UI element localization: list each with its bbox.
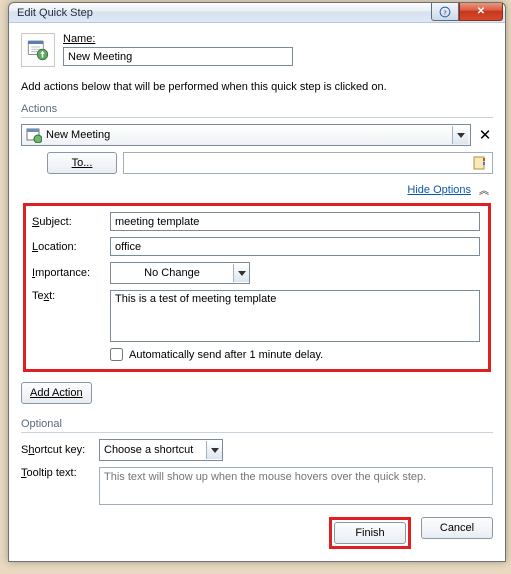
- shortcut-combo[interactable]: Choose a shortcut: [99, 439, 223, 461]
- chevron-down-icon[interactable]: [206, 441, 222, 459]
- remove-action-button[interactable]: ✕: [477, 126, 493, 144]
- chevron-up-icon: ︽: [479, 182, 489, 197]
- divider: [21, 432, 493, 433]
- instruction-text: Add actions below that will be performed…: [21, 81, 493, 93]
- finish-highlight: Finish: [329, 517, 411, 549]
- tooltip-input[interactable]: [99, 467, 493, 505]
- shortcut-label: Shortcut key:: [21, 444, 93, 456]
- edit-quick-step-dialog: Edit Quick Step ? ✕: [8, 2, 506, 562]
- importance-label: Importance:: [32, 267, 104, 279]
- to-button[interactable]: To...: [47, 152, 117, 174]
- importance-combo[interactable]: No Change: [110, 262, 250, 284]
- help-button[interactable]: ?: [431, 3, 459, 21]
- optional-section-label: Optional: [21, 418, 493, 430]
- actions-section-label: Actions: [21, 103, 493, 115]
- address-book-icon[interactable]: [472, 155, 488, 171]
- name-label: Name:: [63, 33, 493, 45]
- action-type-value: New Meeting: [46, 129, 448, 141]
- hide-options-link[interactable]: Hide Options: [407, 184, 471, 196]
- cancel-button[interactable]: Cancel: [421, 517, 493, 539]
- add-action-button[interactable]: Add Action: [21, 382, 92, 404]
- action-type-combo[interactable]: New Meeting: [21, 124, 471, 146]
- close-icon: ✕: [477, 6, 485, 17]
- subject-label: Subject:: [32, 216, 104, 228]
- close-button[interactable]: ✕: [459, 3, 503, 21]
- location-input[interactable]: [110, 237, 480, 256]
- titlebar[interactable]: Edit Quick Step ? ✕: [9, 3, 505, 23]
- divider: [21, 117, 493, 118]
- to-field[interactable]: [123, 152, 493, 174]
- text-input[interactable]: [110, 290, 480, 342]
- location-label: Location:: [32, 241, 104, 253]
- tooltip-label: Tooltip text:: [21, 467, 93, 479]
- auto-send-label: Automatically send after 1 minute delay.: [129, 349, 323, 361]
- options-highlight-box: Subject: Location: Importance: No Change…: [23, 203, 491, 372]
- importance-value: No Change: [111, 267, 233, 279]
- auto-send-checkbox[interactable]: [110, 348, 123, 361]
- chevron-down-icon[interactable]: [452, 126, 468, 144]
- shortcut-value: Choose a shortcut: [100, 444, 206, 456]
- window-title: Edit Quick Step: [17, 7, 93, 19]
- quickstep-icon: [21, 33, 55, 67]
- calendar-icon: [26, 127, 42, 143]
- text-label: Text:: [32, 290, 104, 302]
- subject-input[interactable]: [110, 212, 480, 231]
- finish-button[interactable]: Finish: [334, 522, 406, 544]
- svg-text:?: ?: [443, 9, 446, 16]
- chevron-down-icon[interactable]: [233, 264, 249, 282]
- help-icon: ?: [439, 6, 451, 18]
- name-input[interactable]: [63, 47, 293, 66]
